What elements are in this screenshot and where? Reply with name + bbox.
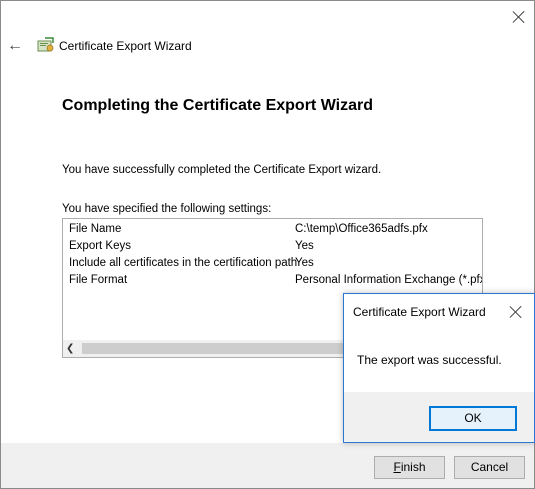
list-item: File Name C:\temp\Office365adfs.pfx [69,223,481,240]
setting-value: Yes [295,240,314,252]
setting-value: Personal Information Exchange (*.pfx) [295,274,483,286]
settings-intro-text: You have specified the following setting… [62,203,272,215]
back-arrow-icon[interactable]: ← [7,37,25,55]
wizard-footer: Finish Cancel [1,443,534,488]
setting-key: File Name [69,223,122,235]
finish-label-rest: inish [400,460,426,474]
list-item: File Format Personal Information Exchang… [69,274,483,291]
setting-value: C:\temp\Office365adfs.pfx [295,223,428,235]
certificate-icon [37,37,54,52]
ok-button[interactable]: OK [429,406,517,431]
list-item: Export Keys Yes [69,240,481,257]
success-text: You have successfully completed the Cert… [62,164,382,176]
list-item: Include all certificates in the certific… [69,257,481,274]
setting-key: Export Keys [69,240,131,252]
message-box-title: Certificate Export Wizard [353,305,486,319]
message-text: The export was successful. [357,353,502,367]
scrollbar-thumb[interactable] [82,343,352,354]
scroll-left-arrow-icon[interactable]: ❮ [66,340,74,357]
message-box-footer: OK [344,392,534,442]
finish-mnemonic: F [393,460,401,474]
cancel-button[interactable]: Cancel [454,456,525,479]
finish-button[interactable]: Finish [374,456,445,479]
wizard-title: Certificate Export Wizard [59,39,192,53]
setting-key: Include all certificates in the certific… [69,257,298,269]
close-icon[interactable] [510,306,522,318]
page-heading: Completing the Certificate Export Wizard [62,97,373,114]
setting-value: Yes [295,257,314,269]
message-box: Certificate Export Wizard The export was… [343,293,535,443]
setting-key: File Format [69,274,128,286]
close-icon[interactable] [513,11,525,23]
